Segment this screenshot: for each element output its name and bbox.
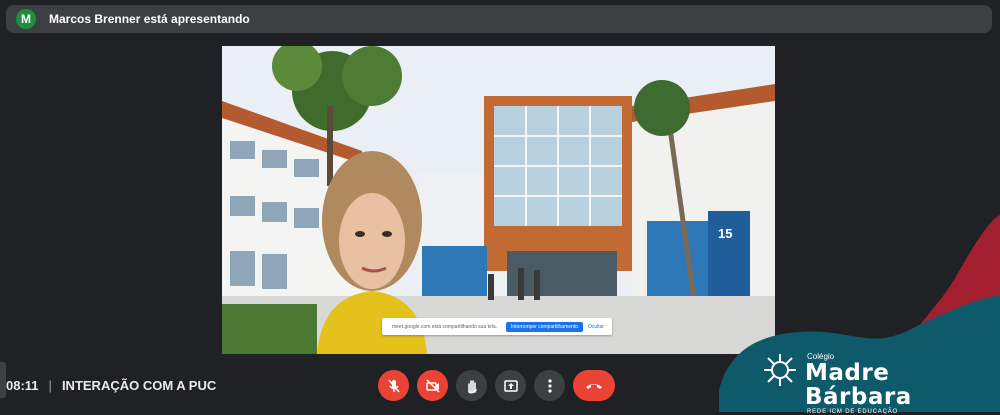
separator: |: [48, 377, 52, 393]
meeting-title: INTERAÇÃO COM A PUC: [61, 377, 217, 393]
more-vertical-icon: [547, 378, 552, 393]
leave-call-button[interactable]: [573, 370, 615, 401]
camera-toggle-button[interactable]: [417, 370, 448, 401]
presenter-bar: M Marcos Brenner está apresentando: [6, 5, 992, 33]
camera-off-icon: [425, 378, 440, 393]
present-icon: [503, 379, 518, 392]
phone-hangup-icon: [586, 383, 602, 389]
share-message: meet.google.com está compartilhando sua …: [392, 323, 498, 330]
microphone-toggle-button[interactable]: [378, 370, 409, 401]
brand-name: Madre Bárbara: [805, 360, 912, 410]
campus-scene: 15: [222, 46, 775, 354]
hand-icon: [467, 379, 477, 393]
hide-button[interactable]: Ocultar: [588, 324, 604, 330]
call-controls: [378, 370, 615, 401]
brand-text: Colégio Madre Bárbara REDE ICM DE EDUCAÇ…: [805, 352, 1000, 415]
meeting-info: 08:11 | INTERAÇÃO COM A PUC: [0, 372, 216, 398]
meeting-time: 08:11: [6, 377, 39, 393]
share-notification-bar: meet.google.com está compartilhando sua …: [382, 318, 612, 335]
microphone-off-icon: [387, 379, 400, 392]
present-screen-button[interactable]: [495, 370, 526, 401]
brand-logo-icon: [764, 354, 796, 386]
presenter-text: Marcos Brenner está apresentando: [49, 12, 250, 26]
raise-hand-button[interactable]: [456, 370, 487, 401]
shared-screen[interactable]: 15 meet.google.com está compartilhando s…: [222, 46, 775, 354]
more-options-button[interactable]: [534, 370, 565, 401]
presenter-avatar: M: [16, 9, 36, 29]
stop-sharing-button[interactable]: Interromper compartilhamento: [506, 321, 583, 332]
